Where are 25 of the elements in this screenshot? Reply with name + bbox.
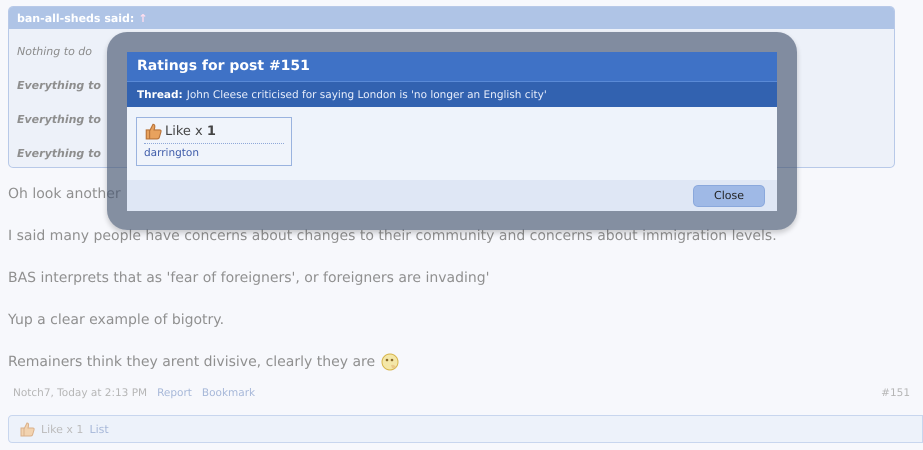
quote-author: ban-all-sheds said:	[17, 12, 134, 24]
post-action-link[interactable]: Report	[157, 387, 192, 399]
quote-link[interactable]: ↑	[138, 12, 148, 24]
post-text: BAS interprets that as 'fear of foreigners', or foreigners are invading'	[8, 269, 490, 288]
thread-link[interactable]: John Cleese criticised for saying London is 'no longer an English city'	[186, 88, 547, 100]
close-button[interactable]: Close	[693, 184, 765, 206]
dialog-title: Ratings for post #151	[127, 52, 777, 82]
thumbs-up-icon	[19, 421, 35, 437]
post-action-link[interactable]: Bookmark	[202, 387, 256, 399]
post-author-time: Notch7, Today at 2:13 PM	[13, 387, 148, 399]
quote-line: Everything to	[17, 78, 101, 94]
thread-label: Thread:	[137, 88, 183, 100]
quote-line: Nothing to do	[17, 44, 92, 60]
list-link[interactable]: List	[89, 422, 109, 436]
post-text: I said many people have concerns about changes to their community and concerns about immigration levels.	[8, 227, 777, 246]
thumbs-up-icon	[144, 122, 162, 140]
post-number[interactable]: #151	[881, 387, 910, 399]
rating-summary: Like x 1	[41, 422, 84, 436]
thinking-smiley-icon	[381, 353, 400, 371]
user-link[interactable]: darrington	[144, 147, 284, 159]
quote-line: Everything to	[17, 112, 101, 128]
post-text: Remainers think they arent divisive, clearly they are	[8, 341, 400, 383]
post-text: Yup a clear example of bigotry.	[8, 311, 224, 330]
rating-label: Like x 1	[165, 124, 216, 138]
quote-line: Everything to	[17, 146, 101, 162]
